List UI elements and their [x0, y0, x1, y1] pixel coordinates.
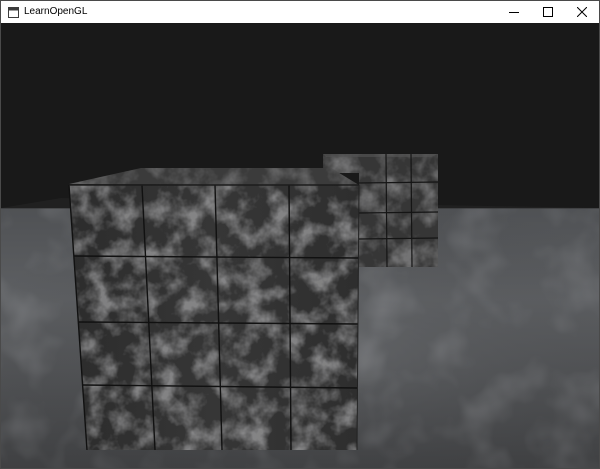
window-title: LearnOpenGL [24, 6, 88, 17]
minimize-button[interactable] [497, 1, 531, 23]
opengl-viewport[interactable] [1, 23, 599, 468]
maximize-button[interactable] [531, 1, 565, 23]
window-controls [497, 1, 599, 23]
front-marble-cube [68, 168, 360, 451]
title-bar[interactable]: LearnOpenGL [1, 1, 599, 23]
close-button[interactable] [565, 1, 599, 23]
app-window: LearnOpenGL [0, 0, 600, 469]
minimize-icon [509, 12, 519, 13]
window-app-icon [8, 6, 19, 18]
scene-canvas [1, 153, 599, 468]
maximize-icon [543, 7, 553, 17]
close-icon [577, 7, 587, 17]
